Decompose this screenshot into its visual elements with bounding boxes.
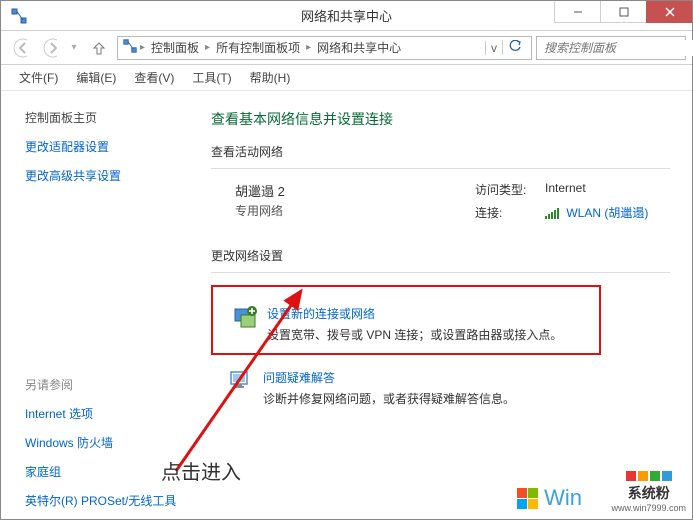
window-controls (554, 1, 692, 23)
menu-bar: 文件(F) 编辑(E) 查看(V) 工具(T) 帮助(H) (1, 65, 692, 91)
watermark-win: Win (517, 485, 582, 511)
breadcrumb-item[interactable]: 控制面板 (147, 39, 203, 56)
breadcrumb-item[interactable]: 网络和共享中心 (313, 39, 405, 56)
watermark-site-name: 系统粉 (611, 483, 686, 503)
watermark-win-text: Win (544, 485, 582, 511)
forward-button[interactable] (37, 35, 63, 61)
app-icon (5, 2, 33, 30)
setup-new-connection-action[interactable]: 设置新的连接或网络 设置宽带、拨号或 VPN 连接；或设置路由器或接入点。 (233, 305, 589, 343)
access-type-label: 访问类型: (475, 181, 545, 198)
wifi-signal-icon (545, 208, 559, 219)
search-box[interactable] (536, 36, 686, 60)
back-button[interactable] (7, 35, 33, 61)
setup-connection-desc: 设置宽带、拨号或 VPN 连接；或设置路由器或接入点。 (267, 326, 562, 343)
menu-file[interactable]: 文件(F) (11, 66, 66, 89)
change-network-settings-label: 更改网络设置 (211, 247, 670, 264)
up-button[interactable] (85, 35, 113, 61)
active-networks-label: 查看活动网络 (211, 143, 670, 160)
watermark-dots-icon (611, 471, 686, 481)
menu-view[interactable]: 查看(V) (126, 66, 182, 89)
address-icon (122, 38, 138, 57)
divider (211, 168, 670, 169)
internet-options-link[interactable]: Internet 选项 (25, 405, 181, 422)
troubleshoot-desc: 诊断并修复网络问题，或者获得疑难解答信息。 (263, 390, 515, 407)
address-dropdown[interactable]: v (485, 41, 502, 55)
active-network-row: 胡邋遢 2 专用网络 访问类型: Internet 连接: WLAN (胡邋遢) (235, 181, 670, 221)
change-adapter-link[interactable]: 更改适配器设置 (25, 138, 181, 155)
watermark-site-url: www.win7999.com (611, 503, 686, 513)
setup-connection-icon (233, 305, 257, 329)
watermark-site: 系统粉 www.win7999.com (611, 471, 686, 513)
homegroup-link[interactable]: 家庭组 (25, 463, 181, 480)
minimize-button[interactable] (554, 1, 600, 23)
sidebar: 控制面板主页 更改适配器设置 更改高级共享设置 另请参阅 Internet 选项… (1, 91, 201, 519)
access-type-value: Internet (545, 181, 648, 198)
maximize-button[interactable] (600, 1, 646, 23)
highlighted-region: 设置新的连接或网络 设置宽带、拨号或 VPN 连接；或设置路由器或接入点。 (211, 285, 601, 355)
menu-help[interactable]: 帮助(H) (242, 66, 299, 89)
setup-connection-title: 设置新的连接或网络 (267, 305, 562, 322)
control-panel-home-link[interactable]: 控制面板主页 (25, 109, 181, 126)
menu-edit[interactable]: 编辑(E) (68, 66, 124, 89)
page-heading: 查看基本网络信息并设置连接 (211, 109, 670, 129)
intel-proset-link[interactable]: 英特尔(R) PROSet/无线工具 (25, 492, 181, 509)
divider (211, 272, 670, 273)
refresh-button[interactable] (502, 40, 527, 55)
annotation-text: 点击进入 (161, 456, 241, 485)
see-also-label: 另请参阅 (25, 376, 181, 393)
troubleshoot-icon (229, 369, 253, 393)
chevron-right-icon: ▸ (304, 42, 313, 53)
windows-firewall-link[interactable]: Windows 防火墙 (25, 434, 181, 451)
search-input[interactable] (542, 40, 693, 56)
chevron-right-icon: ▸ (138, 42, 147, 53)
content-area: 查看基本网络信息并设置连接 查看活动网络 胡邋遢 2 专用网络 访问类型: In… (201, 91, 692, 519)
body: 控制面板主页 更改适配器设置 更改高级共享设置 另请参阅 Internet 选项… (1, 91, 692, 519)
breadcrumb-item[interactable]: 所有控制面板项 (212, 39, 304, 56)
network-name: 胡邋遢 2 (235, 181, 455, 200)
windows-logo-icon (517, 488, 538, 509)
close-button[interactable] (646, 1, 692, 23)
connections-label: 连接: (475, 204, 545, 221)
troubleshoot-action[interactable]: 问题疑难解答 诊断并修复网络问题，或者获得疑难解答信息。 (229, 369, 670, 407)
navigation-bar: ▾ ▸ 控制面板 ▸ 所有控制面板项 ▸ 网络和共享中心 v (1, 31, 692, 65)
history-dropdown[interactable]: ▾ (67, 35, 81, 61)
connection-link[interactable]: WLAN (胡邋遢) (566, 206, 648, 220)
menu-tools[interactable]: 工具(T) (184, 66, 239, 89)
chevron-right-icon: ▸ (203, 42, 212, 53)
troubleshoot-title: 问题疑难解答 (263, 369, 515, 386)
network-type: 专用网络 (235, 202, 455, 219)
address-bar[interactable]: ▸ 控制面板 ▸ 所有控制面板项 ▸ 网络和共享中心 v (117, 36, 532, 60)
change-advanced-sharing-link[interactable]: 更改高级共享设置 (25, 167, 181, 184)
titlebar: 网络和共享中心 (1, 1, 692, 31)
